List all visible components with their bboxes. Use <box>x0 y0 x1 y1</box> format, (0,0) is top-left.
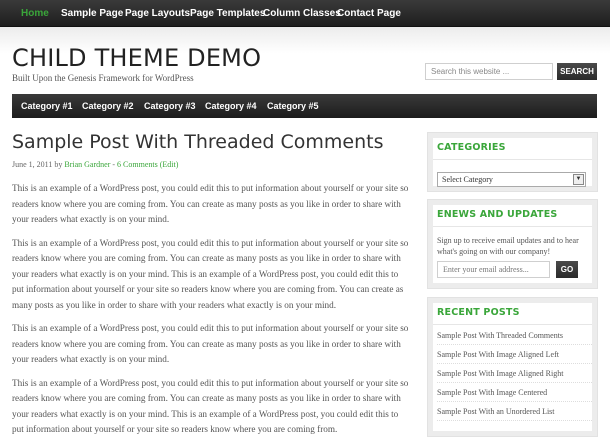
enews-description: Sign up to receive email updates and to … <box>437 236 579 256</box>
nav-sample-page[interactable]: Sample Page <box>61 0 123 27</box>
recent-post-link[interactable]: Sample Post With an Unordered List <box>437 402 592 421</box>
post-date: June 1, 2011 <box>12 160 53 169</box>
widget-title: CATEGORIES <box>437 142 506 153</box>
search-button[interactable]: SEARCH <box>557 63 597 80</box>
post-by: by <box>54 160 63 169</box>
post-paragraph: This is an example of a WordPress post, … <box>12 237 409 310</box>
category-navigation: Category #1 Category #2 Category #3 Cate… <box>12 94 597 118</box>
post-content: This is an example of a WordPress post, … <box>12 181 410 443</box>
top-navigation: Home Sample Page Page Layouts Page Templ… <box>0 0 610 27</box>
search-input[interactable]: Search this website ... <box>425 63 553 80</box>
recent-post-link[interactable]: Sample Post With Image Aligned Right <box>437 364 592 383</box>
site-title[interactable]: CHILD THEME DEMO <box>12 44 261 72</box>
categories-widget: CATEGORIES Select Category ▼ <box>427 132 598 192</box>
enews-widget: ENEWS AND UPDATES Sign up to receive ema… <box>427 199 598 289</box>
post-paragraph: This is an example of a WordPress post, … <box>12 323 409 364</box>
nav-category-3[interactable]: Category #3 <box>144 94 196 118</box>
email-field[interactable]: Enter your email address... <box>437 261 550 278</box>
site-description: Built Upon the Genesis Framework for Wor… <box>12 73 194 83</box>
dropdown-arrow-icon[interactable]: ▼ <box>573 174 584 185</box>
post-author-link[interactable]: Brian Gardner <box>64 160 110 169</box>
nav-column-classes[interactable]: Column Classes <box>263 0 341 27</box>
widget-title: ENEWS AND UPDATES <box>437 209 558 220</box>
nav-page-layouts[interactable]: Page Layouts <box>125 0 190 27</box>
nav-category-1[interactable]: Category #1 <box>21 94 73 118</box>
category-select-value: Select Category <box>442 175 493 184</box>
category-select[interactable]: Select Category ▼ <box>437 172 586 187</box>
nav-home[interactable]: Home <box>21 0 49 27</box>
post-title[interactable]: Sample Post With Threaded Comments <box>12 131 383 153</box>
post-meta: June 1, 2011 by Brian Gardner - 6 Commen… <box>12 160 178 169</box>
post-edit-link[interactable]: (Edit) <box>160 160 179 169</box>
nav-category-5[interactable]: Category #5 <box>267 94 319 118</box>
nav-page-templates[interactable]: Page Templates <box>190 0 265 27</box>
nav-contact-page[interactable]: Contact Page <box>337 0 401 27</box>
site-header: CHILD THEME DEMO Built Upon the Genesis … <box>0 27 610 93</box>
widget-divider <box>433 159 592 160</box>
post-paragraph: This is an example of a WordPress post, … <box>12 377 409 435</box>
widget-title: RECENT POSTS <box>437 307 520 318</box>
widget-divider <box>433 226 592 227</box>
nav-category-2[interactable]: Category #2 <box>82 94 134 118</box>
recent-post-link[interactable]: Sample Post With Threaded Comments <box>437 326 592 345</box>
meta-separator: - <box>112 160 116 169</box>
post-paragraph: This is an example of a WordPress post, … <box>12 183 409 224</box>
nav-category-4[interactable]: Category #4 <box>205 94 257 118</box>
subscribe-go-button[interactable]: GO <box>556 261 578 278</box>
recent-post-link[interactable]: Sample Post With Image Aligned Left <box>437 345 592 364</box>
recent-posts-widget: RECENT POSTS Sample Post With Threaded C… <box>427 297 598 437</box>
recent-posts-list: Sample Post With Threaded Comments Sampl… <box>437 326 592 421</box>
recent-post-link[interactable]: Sample Post With Image Centered <box>437 383 592 402</box>
widget-divider <box>433 324 592 325</box>
post-comments-link[interactable]: 6 Comments <box>117 160 158 169</box>
